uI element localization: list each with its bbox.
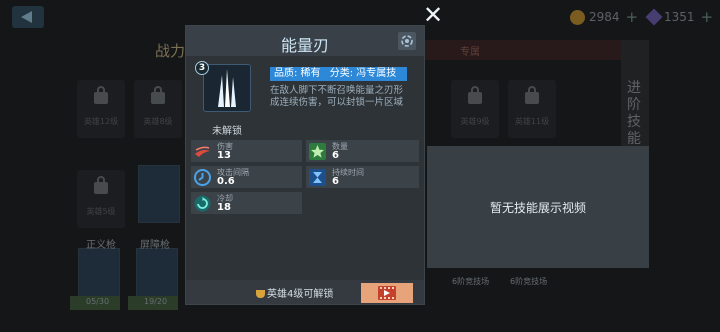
lock-status: 未解锁 (212, 126, 242, 137)
trophy-icon (256, 290, 265, 298)
stat-value: 6 (332, 176, 339, 187)
dialog-header: 能量刃 (186, 26, 424, 56)
stat-value: 18 (217, 202, 231, 213)
stat-value: 6 (332, 150, 339, 161)
close-icon[interactable]: ✕ (422, 3, 444, 27)
interval-clock-icon (194, 169, 211, 186)
stat-duration: 持续时间 6 (306, 166, 419, 188)
skill-quality: 品质: 稀有 (274, 68, 321, 79)
skill-level-badge: 3 (195, 61, 209, 75)
cooldown-icon (194, 195, 211, 212)
damage-icon (195, 146, 210, 157)
skill-category: 分类: 冯专属技 (329, 68, 397, 79)
hourglass-icon (309, 169, 326, 186)
count-star-icon (309, 143, 326, 160)
skill-detail-dialog: 能量刃 未解锁 品质: 稀有 分类: 冯专属技 在敌人脚下不断召唤能量之刃形成连… (185, 25, 425, 305)
stat-value: 0.6 (217, 176, 235, 187)
dialog-footer: 英雄4级可解锁 (186, 280, 424, 304)
stat-value: 13 (217, 150, 231, 161)
unlock-hint: 英雄4级可解锁 (256, 285, 333, 300)
film-play-icon (378, 286, 396, 300)
stat-cooldown: 冷却 18 (191, 192, 302, 214)
play-video-button[interactable] (361, 283, 413, 303)
swirl-gear-icon[interactable] (398, 32, 416, 50)
skill-video-panel: 暂无技能展示视频 (427, 146, 649, 268)
stat-count: 数量 6 (306, 140, 419, 162)
no-video-text: 暂无技能展示视频 (489, 201, 586, 215)
skill-title: 能量刃 (280, 36, 329, 55)
stat-attack-interval: 攻击间隔 0.6 (191, 166, 302, 188)
energy-blade-icon (203, 64, 251, 112)
skill-description: 在敌人脚下不断召唤能量之刃形成连续伤害，可以封锁一片区域 (270, 85, 404, 108)
unlock-hint-text: 英雄4级可解锁 (267, 289, 334, 300)
skill-tag: 品质: 稀有 分类: 冯专属技 (270, 67, 407, 81)
stat-damage: 伤害 13 (191, 140, 302, 162)
